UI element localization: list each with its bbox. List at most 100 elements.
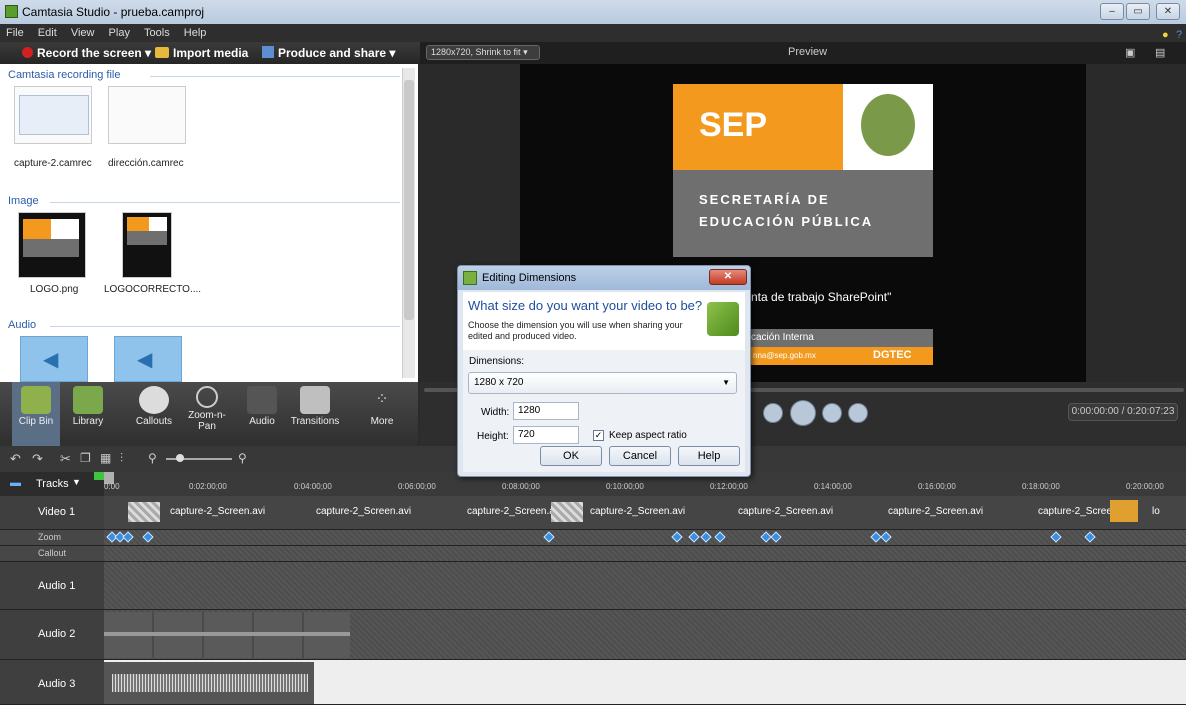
zoom-keyframe[interactable] bbox=[880, 531, 892, 543]
help-icon[interactable]: ? bbox=[1170, 26, 1186, 41]
copy-icon[interactable]: ❐ bbox=[80, 451, 91, 465]
zoom-keyframe[interactable] bbox=[1050, 531, 1062, 543]
video-subtitle: nta de trabajo SharePoint" bbox=[751, 290, 892, 304]
dimensions-illustration-icon bbox=[707, 302, 739, 336]
track-header-audio2[interactable]: Audio 2 bbox=[0, 610, 104, 660]
width-label: Width: bbox=[481, 407, 510, 418]
tool-clip-bin[interactable]: Clip Bin bbox=[12, 382, 60, 446]
cancel-button[interactable]: Cancel bbox=[609, 446, 671, 466]
zoom-in-icon[interactable]: ⚲ bbox=[238, 451, 247, 465]
zoom-keyframe[interactable] bbox=[142, 531, 154, 543]
width-input[interactable]: 1280 bbox=[513, 402, 579, 420]
tool-more[interactable]: ⁘ More bbox=[362, 382, 402, 446]
tool-audio[interactable]: Audio bbox=[240, 382, 284, 446]
menu-file[interactable]: File bbox=[0, 24, 29, 39]
maximize-button[interactable]: ▭ bbox=[1126, 3, 1150, 20]
transition-marker[interactable] bbox=[128, 502, 160, 522]
clip-label[interactable]: capture-2_Screen.avi bbox=[316, 506, 411, 517]
track-header-audio1[interactable]: Audio 1 bbox=[0, 562, 104, 610]
menu-view[interactable]: View bbox=[65, 24, 100, 39]
clip-label[interactable]: capture-2_Screen.avi bbox=[590, 506, 685, 517]
audio3-clip[interactable] bbox=[104, 662, 314, 704]
camtasia-app-icon bbox=[5, 5, 18, 18]
clip-label[interactable]: lo bbox=[1152, 506, 1160, 517]
track-header-video1[interactable]: Video 1 bbox=[0, 496, 104, 530]
redo-icon[interactable]: ↷ bbox=[32, 451, 43, 467]
audio-thumb-1[interactable]: ◀ bbox=[20, 336, 88, 382]
play-button[interactable] bbox=[790, 400, 816, 426]
track-audio1[interactable] bbox=[104, 562, 1186, 610]
record-screen-button[interactable]: Record the screen ▾ bbox=[22, 46, 151, 60]
minimize-button[interactable]: – bbox=[1100, 3, 1124, 20]
clip-label[interactable]: capture-2_Screen.avi bbox=[738, 506, 833, 517]
zoom-keyframe[interactable] bbox=[770, 531, 782, 543]
zoom-keyframe[interactable] bbox=[714, 531, 726, 543]
track-audio3[interactable] bbox=[104, 660, 1186, 705]
audio2-clip[interactable] bbox=[104, 612, 350, 658]
clip-label[interactable]: capture-2_Screen.avi bbox=[888, 506, 983, 517]
image-thumb-logocorrecto[interactable] bbox=[122, 212, 172, 278]
clip-bin-scrollbar[interactable] bbox=[402, 68, 415, 378]
keep-aspect-checkbox[interactable]: ✓ bbox=[593, 430, 604, 441]
track-audio2[interactable] bbox=[104, 610, 1186, 660]
menu-tools[interactable]: Tools bbox=[138, 24, 175, 39]
image-label-2: LOGOCORRECTO.... bbox=[104, 284, 202, 295]
fullscreen-icon[interactable]: ▣ bbox=[1125, 46, 1135, 59]
close-window-button[interactable]: ✕ bbox=[1156, 3, 1180, 20]
cut-icon[interactable]: ✂ bbox=[60, 451, 71, 467]
transition-marker[interactable] bbox=[551, 502, 583, 522]
timecode-display: 0:00:00:00 / 0:20:07:23 bbox=[1068, 403, 1178, 421]
clip-label[interactable]: capture-2_Screen.avi bbox=[170, 506, 265, 517]
undo-icon[interactable]: ↶ bbox=[10, 451, 21, 467]
track-video1[interactable]: capture-2_Screen.avi capture-2_Screen.av… bbox=[104, 496, 1186, 530]
zoom-keyframe[interactable] bbox=[688, 531, 700, 543]
ok-button[interactable]: OK bbox=[540, 446, 602, 466]
detach-preview-icon[interactable]: ▤ bbox=[1155, 46, 1165, 59]
track-zoom[interactable] bbox=[104, 530, 1186, 546]
recording-thumb-1[interactable] bbox=[14, 86, 92, 144]
next-clip-button[interactable] bbox=[848, 403, 868, 423]
track-header-audio3[interactable]: Audio 3 bbox=[0, 660, 104, 705]
clip-label[interactable]: capture-2_Screen.a bbox=[467, 506, 555, 517]
menu-help[interactable]: Help bbox=[178, 24, 212, 39]
track-header-callout[interactable]: Callout bbox=[0, 546, 104, 562]
track-header-zoom[interactable]: Zoom bbox=[0, 530, 104, 546]
track-callout[interactable] bbox=[104, 546, 1186, 562]
help-button[interactable]: Help bbox=[678, 446, 740, 466]
zoom-slider-handle[interactable] bbox=[176, 454, 184, 462]
tool-callouts[interactable]: Callouts bbox=[130, 382, 178, 446]
tool-zoom-n-pan[interactable]: Zoom-n-Pan bbox=[182, 382, 232, 446]
rewind-button[interactable] bbox=[763, 403, 783, 423]
main-toolbar: Record the screen ▾ Import media Produce… bbox=[0, 42, 420, 64]
magnifier-icon bbox=[196, 386, 218, 408]
zoom-keyframe[interactable] bbox=[122, 531, 134, 543]
recording-thumb-2[interactable] bbox=[108, 86, 186, 144]
zoom-keyframe[interactable] bbox=[700, 531, 712, 543]
tool-library[interactable]: Library bbox=[66, 382, 110, 446]
menu-edit[interactable]: Edit bbox=[32, 24, 62, 39]
split-icon[interactable]: ⫶ bbox=[120, 451, 123, 466]
import-media-button[interactable]: Import media bbox=[155, 46, 248, 60]
tracks-label[interactable]: Tracks bbox=[36, 478, 69, 490]
tracks-dropdown-icon[interactable]: ▼ bbox=[72, 477, 81, 487]
logo-clip-thumb[interactable] bbox=[1110, 500, 1138, 522]
dialog-title-bar[interactable]: Editing Dimensions ✕ bbox=[458, 266, 750, 290]
image-thumb-logo[interactable] bbox=[18, 212, 86, 278]
zoom-keyframe[interactable] bbox=[1084, 531, 1096, 543]
preview-size-dropdown[interactable]: 1280x720, Shrink to fit ▾ bbox=[426, 45, 540, 60]
ruler-tick: 0:12:00;00 bbox=[710, 482, 748, 491]
zoom-keyframe[interactable] bbox=[671, 531, 683, 543]
produce-share-button[interactable]: Produce and share ▾ bbox=[262, 46, 395, 60]
clip-label[interactable]: capture-2_Screen bbox=[1038, 506, 1118, 517]
dialog-close-button[interactable]: ✕ bbox=[709, 269, 747, 285]
fast-forward-button[interactable] bbox=[822, 403, 842, 423]
paste-icon[interactable]: ▦ bbox=[100, 451, 111, 465]
ruler-tick: 0:10:00;00 bbox=[606, 482, 644, 491]
height-input[interactable]: 720 bbox=[513, 426, 579, 444]
tool-transitions[interactable]: Transitions bbox=[286, 382, 344, 446]
zoom-out-icon[interactable]: ⚲ bbox=[148, 451, 157, 465]
audio-thumb-2[interactable]: ◀ bbox=[114, 336, 182, 382]
zoom-keyframe[interactable] bbox=[543, 531, 555, 543]
menu-play[interactable]: Play bbox=[103, 24, 135, 39]
dimensions-dropdown[interactable]: 1280 x 720 ▼ bbox=[468, 372, 737, 394]
